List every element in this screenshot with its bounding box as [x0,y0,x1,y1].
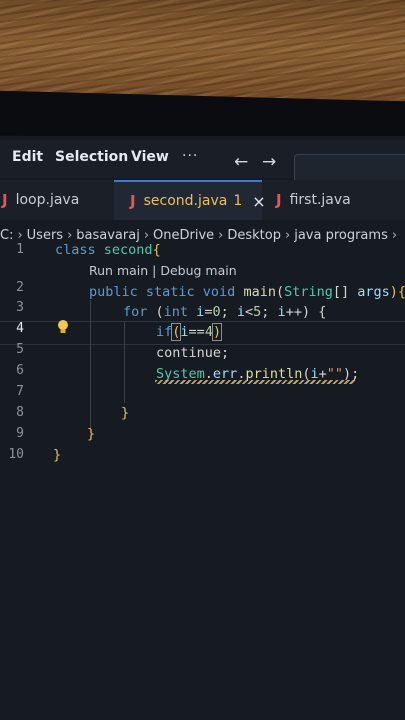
line-number: 3 [16,300,24,315]
chevron-right-icon: › [285,227,291,243]
chevron-right-icon: › [391,227,398,243]
chevron-right-icon: › [143,227,150,243]
code-line-3[interactable]: for (int i=0; i<5; i++) { [123,304,326,320]
back-arrow-icon[interactable]: ← [234,152,248,172]
breadcrumb-users[interactable]: Users [27,228,63,243]
chevron-right-icon: › [67,227,73,243]
tab-label: first.java [289,192,351,208]
problem-count-badge: 1 [233,193,243,209]
more-menu-icon[interactable]: ··· [182,148,198,164]
indent-guide [90,300,91,428]
line-number: 10 [8,447,24,462]
codelens-run-debug[interactable]: Run main | Debug main [89,263,237,278]
code-line-5[interactable]: continue; [156,345,229,361]
code-line-8[interactable]: } [121,405,129,421]
breadcrumb-drive[interactable]: C: [0,228,13,243]
java-file-icon: J [276,191,282,209]
line-number: 5 [16,342,24,357]
tab-loop-java[interactable]: J loop.java [0,180,114,220]
warning-squiggle [155,380,355,384]
menu-selection[interactable]: Selection [55,149,128,165]
code-line-4[interactable]: if(i==4) [156,323,223,341]
java-file-icon: J [2,191,8,209]
breadcrumb-desktop[interactable]: Desktop [227,228,281,243]
menu-view[interactable]: View [131,149,169,165]
tab-second-java[interactable]: J second.java 1 × [114,180,266,220]
lightbulb-icon[interactable] [56,319,70,335]
breadcrumb-basavaraj[interactable]: basavaraj [76,228,140,243]
line-number: 8 [16,405,24,420]
tab-label: loop.java [15,192,80,208]
command-center-search[interactable] [294,154,405,182]
forward-arrow-icon[interactable]: → [262,152,276,172]
line-number: 9 [16,426,24,441]
tab-label: second.java [143,193,228,209]
menu-edit[interactable]: Edit [12,149,43,165]
code-line-9[interactable]: } [87,426,95,442]
chevron-right-icon: › [17,227,23,243]
line-number: 4 [16,321,24,336]
indent-guide [124,321,125,403]
breadcrumb-onedrive[interactable]: OneDrive [153,228,214,243]
java-file-icon: J [130,192,136,210]
code-line-2[interactable]: public static void main(String[] args){ [89,284,405,300]
line-number: 7 [16,384,24,399]
line-number: 2 [16,280,24,295]
code-line-1[interactable]: class second{ [55,242,161,258]
line-number: 6 [16,363,24,378]
line-number: 1 [16,242,24,257]
code-line-10[interactable]: } [53,447,61,463]
chevron-right-icon: › [218,227,224,243]
tab-first-java[interactable]: J first.java [262,180,405,220]
breadcrumb-java-programs[interactable]: java programs [294,228,388,243]
